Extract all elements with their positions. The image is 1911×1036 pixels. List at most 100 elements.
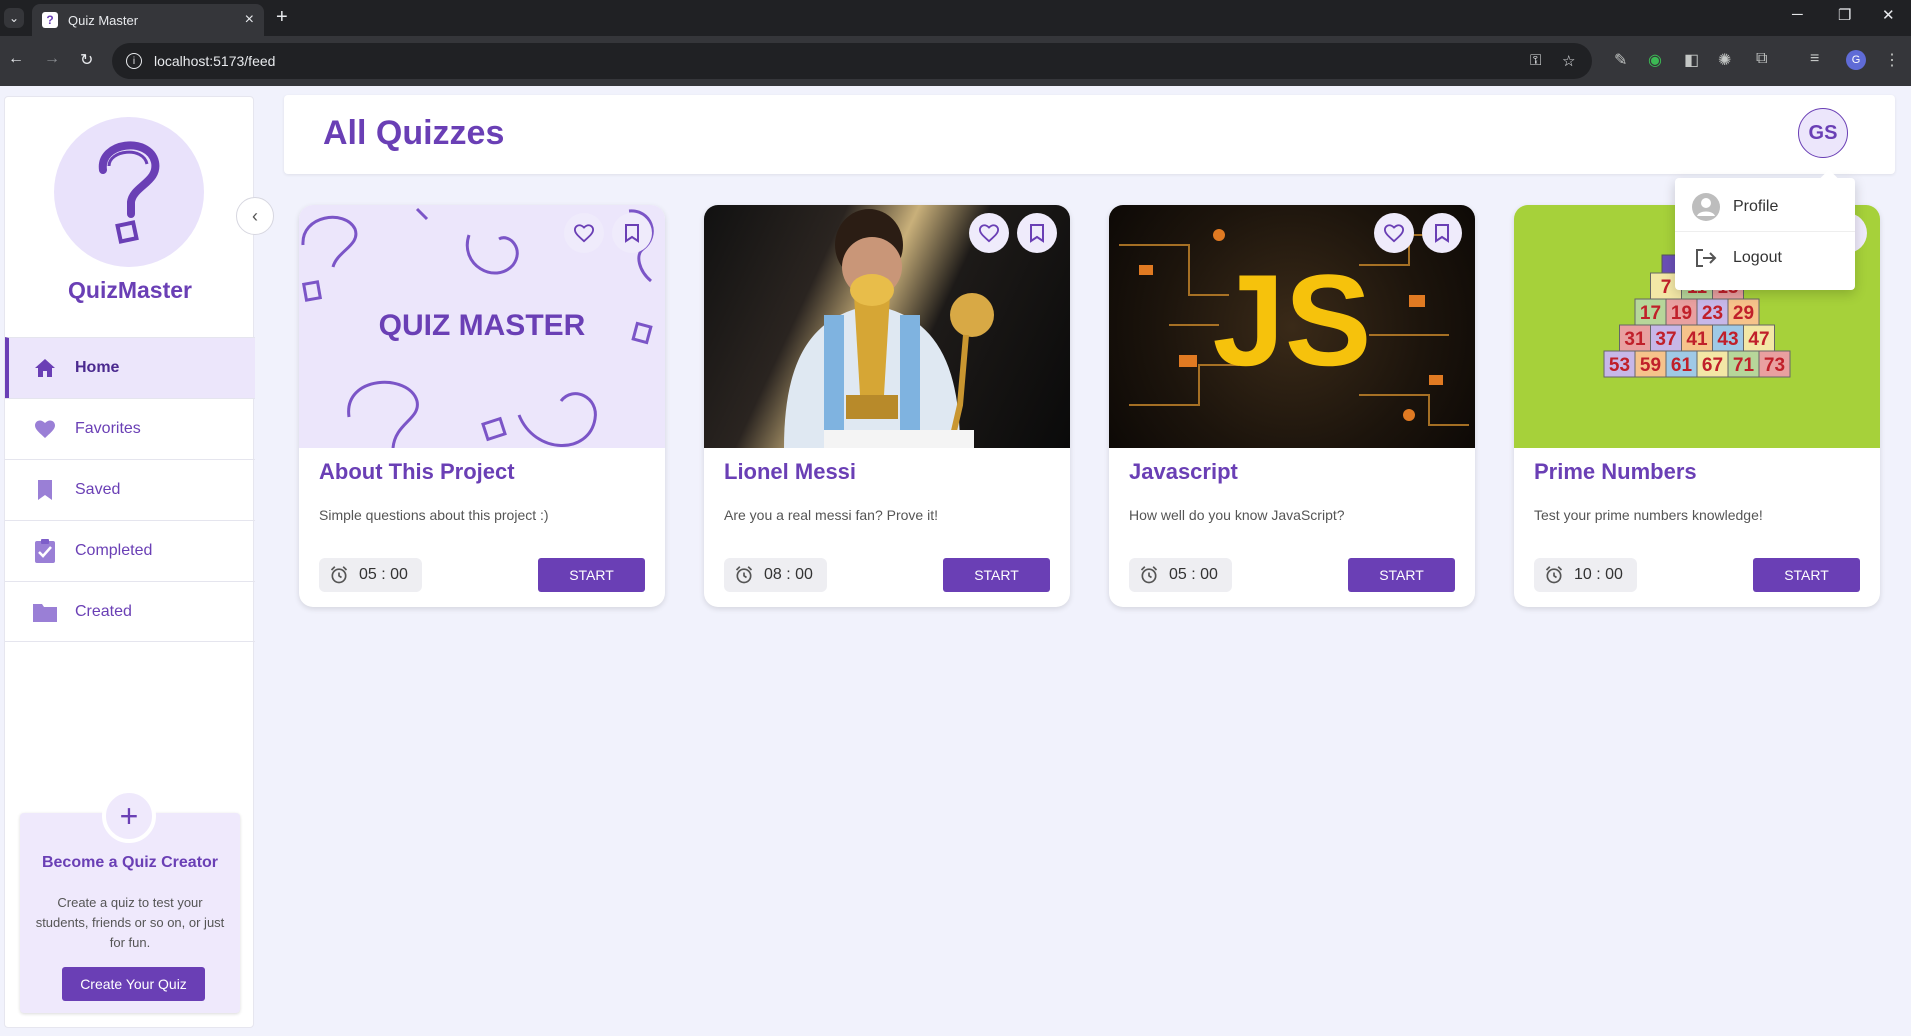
quiz-image: QUIZ MASTER	[299, 205, 665, 448]
sidebar-item-created[interactable]: Created	[5, 581, 255, 642]
bookmark-icon	[31, 476, 59, 504]
sidebar-item-favorites[interactable]: Favorites	[5, 398, 255, 459]
collapse-sidebar-button[interactable]: ‹	[236, 197, 274, 235]
eyedropper-extension-icon[interactable]: ✎	[1614, 50, 1627, 70]
browser-profile-avatar[interactable]: G	[1846, 50, 1866, 70]
start-quiz-button[interactable]: START	[1348, 558, 1455, 592]
prime-number-label: 23	[1702, 303, 1723, 324]
favorite-button[interactable]	[969, 213, 1009, 253]
sidebar-item-saved[interactable]: Saved	[5, 459, 255, 520]
chevron-left-icon: ‹	[252, 205, 258, 226]
sidebar-item-home[interactable]: Home	[5, 337, 255, 398]
quiz-card: JS Javascript How well do you know JavaS…	[1109, 205, 1475, 607]
sidebar-nav: Home Favorites Saved Completed Created	[5, 337, 255, 642]
site-info-icon[interactable]: i	[126, 53, 142, 69]
close-window-icon[interactable]: ✕	[1882, 6, 1895, 24]
minimize-icon[interactable]: ─	[1792, 6, 1803, 23]
prime-number-label: 47	[1748, 329, 1769, 350]
start-quiz-button[interactable]: START	[538, 558, 645, 592]
sidebar-item-label: Completed	[75, 542, 153, 559]
favorite-button[interactable]	[1374, 213, 1414, 253]
heart-outline-icon	[1383, 224, 1405, 243]
bookmark-star-icon[interactable]: ☆	[1562, 52, 1575, 70]
sidebar-item-label: Favorites	[75, 420, 141, 437]
user-avatar[interactable]: GS	[1798, 108, 1848, 158]
quiz-master-doodle: QUIZ MASTER	[301, 207, 654, 448]
alarm-clock-icon	[735, 566, 753, 584]
save-button[interactable]	[1017, 213, 1057, 253]
javascript-circuit-art: JS	[1119, 229, 1469, 426]
quiz-image	[704, 205, 1070, 448]
url-text: localhost:5173/feed	[154, 53, 276, 69]
tab-title: Quiz Master	[68, 12, 139, 28]
prime-number-label: 29	[1733, 303, 1754, 324]
sidebar-item-label: Created	[75, 602, 132, 620]
quiz-description: Simple questions about this project :)	[319, 507, 549, 523]
bookmark-outline-icon	[625, 224, 639, 243]
browser-tab[interactable]: ? Quiz Master ×	[32, 4, 264, 36]
page-header: All Quizzes GS	[284, 95, 1895, 174]
prime-number-label: 73	[1764, 355, 1785, 376]
prime-number-label: 41	[1686, 329, 1708, 350]
prime-number-label: 37	[1655, 329, 1676, 350]
quiz-image-text: JS	[1212, 247, 1371, 393]
prime-number-label: 43	[1717, 329, 1738, 350]
menu-item-label: Profile	[1733, 197, 1779, 215]
quiz-timer: 05 : 00	[1129, 558, 1232, 592]
password-key-icon[interactable]: ⚿	[1530, 52, 1541, 69]
menu-item-label: Logout	[1733, 249, 1782, 266]
address-bar[interactable]: i localhost:5173/feed ⚿ ☆	[112, 43, 1592, 79]
question-mark-icon	[98, 141, 160, 244]
back-icon[interactable]: ←	[8, 50, 24, 68]
gear-extension-icon[interactable]: ✺	[1718, 50, 1731, 70]
quiz-time: 10 : 00	[1574, 566, 1623, 583]
prime-number-label: 7	[1661, 277, 1672, 298]
prime-number-label: 31	[1624, 329, 1646, 350]
tab-search-icon[interactable]: ⌄	[4, 8, 24, 28]
restore-icon[interactable]: ❐	[1838, 6, 1851, 24]
reading-list-icon[interactable]: ≡	[1810, 50, 1819, 68]
save-button[interactable]	[612, 213, 652, 253]
start-quiz-button[interactable]: START	[1753, 558, 1860, 592]
circle-extension-icon[interactable]: ◉	[1648, 50, 1662, 70]
quiz-title: About This Project	[319, 459, 515, 484]
chrome-menu-icon[interactable]: ⋮	[1884, 50, 1900, 70]
creator-title: Become a Quiz Creator	[41, 854, 219, 871]
forward-icon[interactable]: →	[44, 50, 60, 68]
quiz-timer: 10 : 00	[1534, 558, 1637, 592]
sidebar-item-completed[interactable]: Completed	[5, 520, 255, 581]
brand-name: QuizMaster	[68, 277, 192, 303]
quiz-description: Are you a real messi fan? Prove it!	[724, 507, 938, 523]
sidebar: QuizMaster Home Favorites Saved Complete…	[4, 96, 255, 1028]
prime-number-label: 19	[1671, 303, 1692, 324]
quiz-timer: 05 : 00	[319, 558, 422, 592]
sidebar-item-label: Saved	[75, 481, 121, 498]
quiz-time: 08 : 00	[764, 566, 813, 583]
logout-icon	[1691, 243, 1721, 273]
menu-item-logout[interactable]: Logout	[1675, 233, 1855, 283]
heart-outline-icon	[573, 224, 595, 243]
profile-dropdown-menu: Profile Logout	[1675, 178, 1855, 290]
close-tab-icon[interactable]: ×	[245, 11, 254, 29]
prime-number-label: 61	[1671, 355, 1693, 376]
create-quiz-button[interactable]: Create Your Quiz	[62, 967, 205, 1001]
quiz-card: Lionel Messi Are you a real messi fan? P…	[704, 205, 1070, 607]
prime-number-label: 59	[1640, 355, 1661, 376]
menu-item-profile[interactable]: Profile	[1675, 182, 1855, 232]
reload-icon[interactable]: ↻	[80, 50, 93, 70]
extension-icon[interactable]: ◧	[1684, 50, 1699, 70]
quiz-card: QUIZ MASTER About This Project Simple qu…	[299, 205, 665, 607]
messi-photo	[784, 209, 994, 448]
puzzle-extensions-icon[interactable]: ⧉	[1756, 50, 1767, 68]
sidebar-item-label: Home	[75, 359, 120, 376]
favorite-button[interactable]	[564, 213, 604, 253]
heart-icon	[31, 415, 59, 443]
browser-tab-bar: ⌄ ? Quiz Master × + ─ ❐ ✕	[0, 0, 1911, 36]
quiz-timer: 08 : 00	[724, 558, 827, 592]
save-button[interactable]	[1422, 213, 1462, 253]
bookmark-outline-icon	[1030, 224, 1044, 243]
start-quiz-button[interactable]: START	[943, 558, 1050, 592]
alarm-clock-icon	[330, 566, 348, 584]
browser-toolbar: ← → ↻ i localhost:5173/feed ⚿ ☆ ✎ ◉ ◧ ✺ …	[0, 36, 1911, 86]
new-tab-icon[interactable]: +	[276, 6, 288, 29]
